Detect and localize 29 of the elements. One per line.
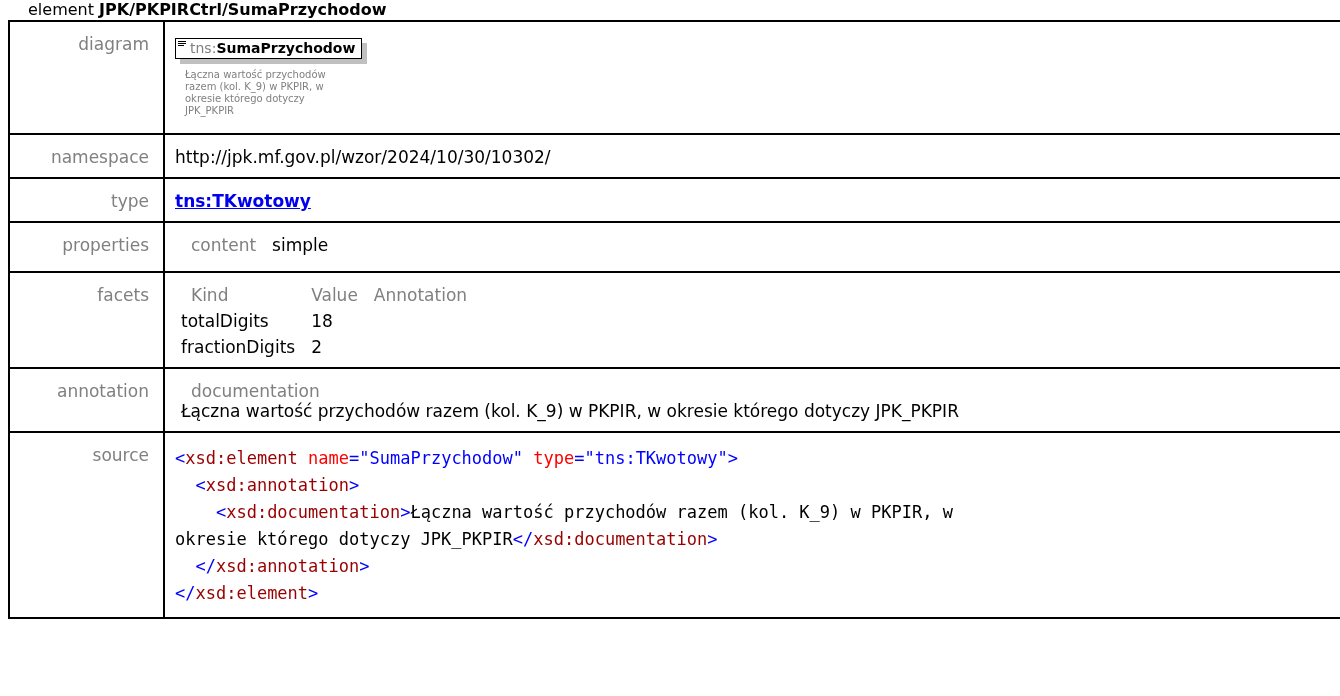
- column-header: Kind: [190, 285, 230, 305]
- column-header: Annotation: [373, 285, 468, 305]
- row-label: diagram: [10, 22, 165, 135]
- node-description: Łączna wartość przychodów razem (kol. K_9) w PKPIR, w okresie którego dotyczy JPK_PKPIR: [185, 69, 327, 117]
- code-line: <xsd:annotation>: [194, 474, 361, 497]
- row-label: annotation: [10, 369, 165, 433]
- row-label: facets: [10, 273, 165, 369]
- code-line: </xsd:element>: [175, 582, 320, 605]
- code-line: <xsd:element name="SumaPrzychodow" type="tns:TKwotowy">: [175, 447, 739, 470]
- code-line: </xsd:annotation>: [194, 555, 371, 578]
- annotation-text: Łączna wartość przychodów razem (kol. K_9) w PKPIR, w okresie którego dotyczy JPK_PKPIR: [180, 401, 960, 421]
- property-value: simple: [272, 235, 329, 255]
- code-line: <xsd:documentation>Łączna wartość przychodów razem (kol. K_9) w PKPIR, w: [214, 501, 954, 524]
- column-header: Value: [311, 285, 358, 305]
- row-label: type: [10, 179, 165, 223]
- facet-value: 18: [311, 311, 334, 331]
- row-label: properties: [10, 223, 165, 273]
- type-link[interactable]: tns:TKwotowy: [175, 191, 311, 211]
- facet-kind: totalDigits: [181, 311, 270, 331]
- facet-value: 2: [311, 337, 323, 357]
- code-line: okresie którego dotyczy JPK_PKPIR</xsd:documentation>: [175, 528, 719, 551]
- row-label: source: [10, 433, 165, 617]
- namespace-value: http://jpk.mf.gov.pl/wzor/2024/10/30/10302/: [175, 147, 552, 167]
- property-key: content: [191, 235, 257, 255]
- element-heading: element JPK/PKPIRCtrl/SumaPrzychodow: [27, 0, 388, 20]
- lines-icon: [178, 41, 186, 48]
- row-label: namespace: [10, 135, 165, 179]
- annotation-key: documentation: [175, 381, 1330, 401]
- facet-kind: fractionDigits: [181, 337, 296, 357]
